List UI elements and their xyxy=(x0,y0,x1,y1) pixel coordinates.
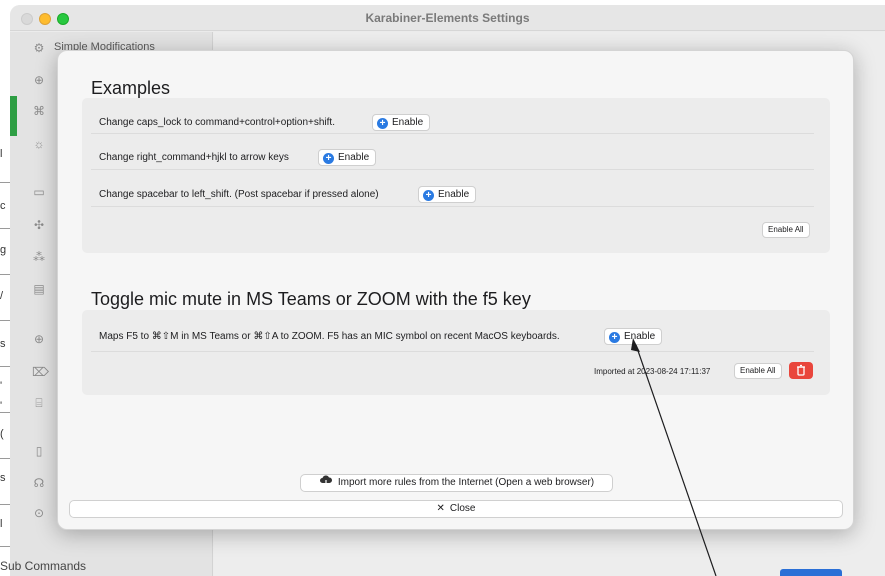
enable-all-button[interactable]: Enable All xyxy=(762,222,810,238)
examples-title: Examples xyxy=(91,78,171,98)
edge-text: c xyxy=(0,200,6,212)
trash-icon xyxy=(797,364,805,376)
divider xyxy=(0,320,10,321)
background-button xyxy=(780,569,842,576)
rule-description: Change right_command+hjkl to arrow keys xyxy=(99,152,289,163)
import-rules-label: Import more rules from the Internet (Ope… xyxy=(337,477,595,488)
delete-rule-button[interactable] xyxy=(789,362,813,379)
edge-text: s xyxy=(0,472,6,484)
list-item: Maps F5 to ⌘⇧M in MS Teams or ⌘⇧A to ZOO… xyxy=(91,310,814,352)
card-icon[interactable]: ▤ xyxy=(32,282,46,296)
enable-button[interactable]: + Enable xyxy=(372,114,431,131)
info-icon[interactable]: ⊙ xyxy=(32,506,46,520)
cloud-download-icon xyxy=(319,475,332,487)
divider xyxy=(0,546,10,547)
gear-icon[interactable]: ⚙ xyxy=(32,41,46,55)
toggle-mic-title: Toggle mic mute in MS Teams or ZOOM with… xyxy=(91,289,531,309)
sidebar-selection-indicator xyxy=(10,96,17,136)
toggle-mic-card: Maps F5 to ⌘⇧M in MS Teams or ⌘⇧A to ZOO… xyxy=(82,310,830,395)
close-icon: ✕ xyxy=(436,503,445,514)
list-item: Change right_command+hjkl to arrow keys … xyxy=(91,134,814,170)
devices-icon[interactable]: ⁂ xyxy=(32,250,46,264)
window-title: Karabiner-Elements Settings xyxy=(365,11,530,25)
sun-icon[interactable]: ☼ xyxy=(32,137,46,151)
divider xyxy=(0,504,10,505)
plus-circle-icon: + xyxy=(609,332,620,343)
close-button[interactable]: ✕ Close xyxy=(69,500,843,518)
list-item: Change spacebar to left_shift. (Post spa… xyxy=(91,170,814,207)
edge-text: g xyxy=(0,244,7,256)
rule-description: Change caps_lock to command+control+opti… xyxy=(99,117,335,128)
enable-label: Enable xyxy=(624,331,656,342)
trash-icon[interactable]: ⌸ xyxy=(32,396,46,410)
rule-description: Change spacebar to left_shift. (Post spa… xyxy=(99,189,379,200)
close-label: Close xyxy=(449,503,476,514)
edge-text: ' xyxy=(0,400,3,412)
document-icon[interactable]: ▯ xyxy=(32,444,46,458)
edge-text: ' xyxy=(0,380,3,392)
plus-circle-icon: + xyxy=(423,190,434,201)
title-bar: Karabiner-Elements Settings xyxy=(10,5,885,31)
edge-text: l xyxy=(0,148,3,160)
divider xyxy=(0,458,10,459)
plus-circle-icon: + xyxy=(323,153,334,164)
enable-button[interactable]: + Enable xyxy=(418,186,477,203)
divider xyxy=(0,182,10,183)
circle-arrow-icon[interactable]: ⊕ xyxy=(32,73,46,87)
imported-timestamp: Imported at 2023-08-24 17:11:37 xyxy=(594,367,711,376)
edge-text: / xyxy=(0,290,4,302)
complex-modifications-sheet: Examples Change caps_lock to command+con… xyxy=(57,50,854,530)
divider xyxy=(0,274,10,275)
divider xyxy=(0,366,10,367)
background-label: Sub Commands xyxy=(0,559,87,573)
divider xyxy=(0,228,10,229)
enable-button[interactable]: + Enable xyxy=(604,328,663,345)
enable-label: Enable xyxy=(438,189,470,200)
examples-card: Change caps_lock to command+control+opti… xyxy=(82,98,830,253)
enable-label: Enable xyxy=(392,117,424,128)
edge-text: ( xyxy=(0,428,4,440)
background-window-edge: l c g / s ' ' ( s l xyxy=(0,0,10,576)
globe-icon[interactable]: ⊕ xyxy=(32,332,46,346)
divider xyxy=(0,412,10,413)
enable-all-button[interactable]: Enable All xyxy=(734,363,782,379)
enable-label: Enable xyxy=(338,152,370,163)
plus-circle-icon: + xyxy=(377,118,388,129)
keys-icon[interactable]: ⌘ xyxy=(32,104,46,118)
edge-text: l xyxy=(0,518,3,530)
enable-button[interactable]: + Enable xyxy=(318,149,377,166)
keyboard-icon[interactable]: ▭ xyxy=(32,185,46,199)
pointer-icon[interactable]: ⌦ xyxy=(32,365,49,379)
list-item: Change caps_lock to command+control+opti… xyxy=(91,98,814,134)
import-rules-button[interactable]: Import more rules from the Internet (Ope… xyxy=(300,474,613,492)
bug-icon[interactable]: ☊ xyxy=(32,476,46,490)
edge-text: s xyxy=(0,338,6,350)
gamepad-icon[interactable]: ✣ xyxy=(32,218,46,232)
rule-description: Maps F5 to ⌘⇧M in MS Teams or ⌘⇧A to ZOO… xyxy=(99,331,560,342)
